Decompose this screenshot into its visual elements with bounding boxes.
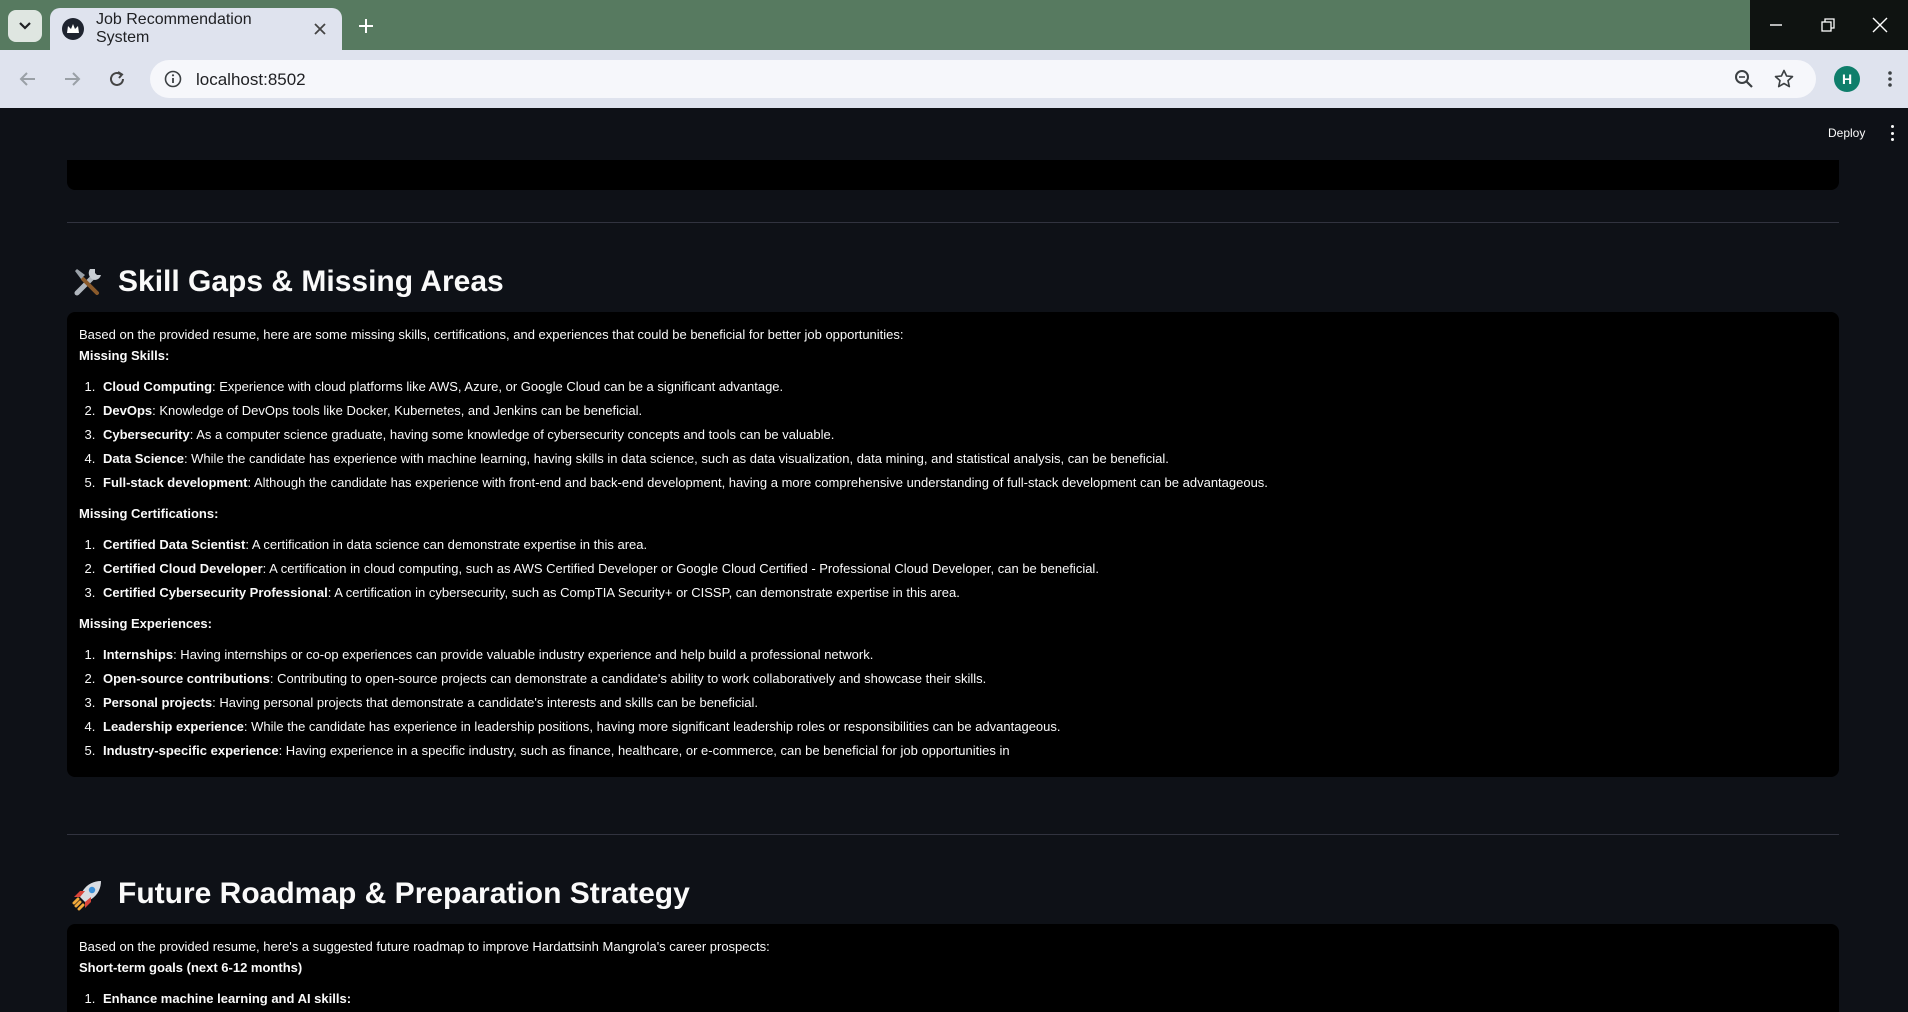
skill-gaps-card: Based on the provided resume, here are s… [67,312,1839,777]
reload-icon [110,71,124,86]
app-header: Deploy [0,108,1908,160]
list-item: Personal projects: Having personal proje… [99,692,1827,713]
tools-icon [70,264,106,300]
skill-gaps-intro: Based on the provided resume, here are s… [79,327,904,342]
restore-icon [1821,18,1835,32]
app-menu-icon[interactable] [1888,125,1896,141]
new-tab-button[interactable] [352,12,380,40]
list-item: Enhance machine learning and AI skills: [99,988,1827,1009]
bookmark-star-icon[interactable] [1772,67,1796,91]
deploy-button[interactable]: Deploy [1828,126,1865,140]
tab-title: Job Recommendation System [96,11,252,46]
roadmap-list: Enhance machine learning and AI skills: [99,988,1827,1009]
minimize-icon [1770,24,1782,26]
arrow-left-icon [19,72,35,86]
close-icon [1872,17,1888,33]
list-item: Leadership experience: While the candida… [99,716,1827,737]
browser-toolbar: localhost:8502 H [0,50,1908,108]
forward-button[interactable] [56,63,88,95]
roadmap-heading: Future Roadmap & Preparation Strategy [70,876,690,912]
list-item: Internships: Having internships or co-op… [99,644,1827,665]
restore-button[interactable] [1802,0,1854,50]
missing-certs-list: Certified Data Scientist: A certificatio… [99,534,1827,603]
tab-search-button[interactable] [8,10,42,42]
missing-exp-heading: Missing Experiences: [79,616,212,631]
streamlit-crown-icon [62,18,84,40]
list-item: Certified Data Scientist: A certificatio… [99,534,1827,555]
previous-output-block [67,160,1839,190]
section-divider [67,222,1839,223]
list-item: Full-stack development: Although the can… [99,472,1827,493]
list-item: Cloud Computing: Experience with cloud p… [99,376,1827,397]
chevron-down-icon [19,22,31,30]
skill-gaps-title: Skill Gaps & Missing Areas [118,265,504,298]
minimize-button[interactable] [1750,0,1802,50]
list-item: Certified Cloud Developer: A certificati… [99,558,1827,579]
streamlit-app: Deploy Skill Gaps & Missing Areas Based … [0,108,1908,1012]
url-text[interactable]: localhost:8502 [196,70,306,90]
list-item: DevOps: Knowledge of DevOps tools like D… [99,400,1827,421]
plus-icon [359,19,373,33]
rocket-icon [70,876,106,912]
close-window-button[interactable] [1854,0,1906,50]
skill-gaps-heading: Skill Gaps & Missing Areas [70,264,504,300]
section-divider [67,834,1839,835]
roadmap-card: Based on the provided resume, here's a s… [67,924,1839,1012]
reload-button[interactable] [101,63,133,95]
missing-certs-heading: Missing Certifications: [79,506,219,521]
missing-skills-heading: Missing Skills: [79,348,170,363]
window-controls [1750,0,1908,50]
list-item: Open-source contributions: Contributing … [99,668,1827,689]
roadmap-intro: Based on the provided resume, here's a s… [79,939,770,954]
browser-tab[interactable]: Job Recommendation System [50,8,342,50]
profile-avatar[interactable]: H [1834,66,1860,92]
arrow-right-icon [65,72,81,86]
site-info-icon[interactable] [160,66,186,92]
browser-tabstrip: Job Recommendation System [0,0,1908,50]
list-item: Certified Cybersecurity Professional: A … [99,582,1827,603]
zoom-icon[interactable] [1732,67,1756,91]
short-term-heading: Short-term goals (next 6-12 months) [79,960,303,975]
address-bar[interactable]: localhost:8502 [150,60,1816,98]
browser-menu-icon[interactable] [1882,66,1898,92]
back-button[interactable] [12,63,44,95]
roadmap-title: Future Roadmap & Preparation Strategy [118,877,690,910]
missing-exp-list: Internships: Having internships or co-op… [99,644,1827,761]
list-item: Cybersecurity: As a computer science gra… [99,424,1827,445]
tab-close-icon[interactable] [308,17,332,41]
missing-skills-list: Cloud Computing: Experience with cloud p… [99,376,1827,493]
list-item: Industry-specific experience: Having exp… [99,740,1827,761]
list-item: Data Science: While the candidate has ex… [99,448,1827,469]
